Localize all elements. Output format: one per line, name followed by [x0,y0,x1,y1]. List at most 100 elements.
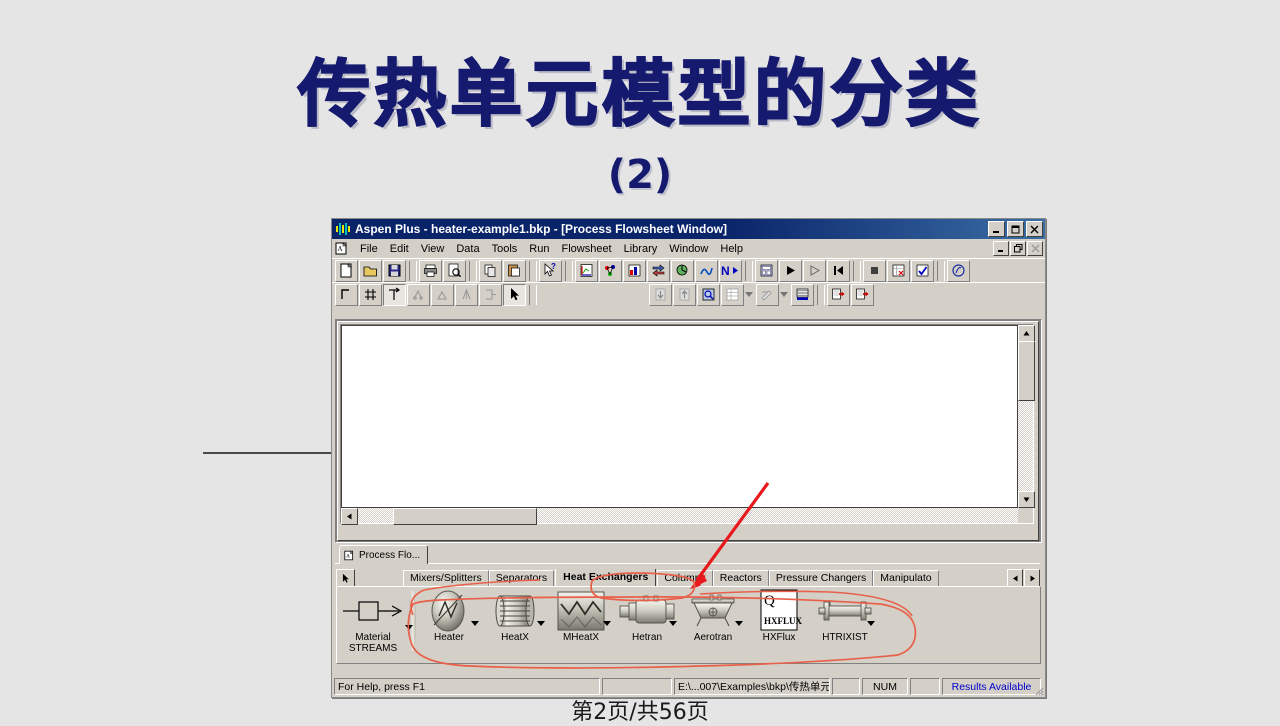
palette-item-hxflux[interactable]: Q HXFLUX HXFlux [746,587,812,662]
results-icon[interactable] [695,259,718,282]
palette-tab-pressure-changers[interactable]: Pressure Changers [768,570,874,586]
palette-item-htrixist[interactable]: HTRIXIST [812,587,878,662]
vertical-scrollbar[interactable] [1018,325,1035,508]
menu-item-flowsheet[interactable]: Flowsheet [555,242,617,256]
resize-grip-icon[interactable] [1032,684,1044,696]
copy-icon[interactable] [479,259,502,282]
maximize-button[interactable] [1007,221,1024,237]
components-icon[interactable] [599,259,622,282]
svg-text:N: N [721,264,730,278]
palette-tab-manipulators[interactable]: Manipulato [873,570,939,586]
zoom-out-icon[interactable] [673,283,696,306]
control-panel-icon[interactable] [755,259,778,282]
menu-item-help[interactable]: Help [714,242,749,256]
palette-item-heatx[interactable]: HeatX [482,587,548,662]
palette-item-material-streams[interactable]: Material STREAMS [337,587,413,662]
close-button[interactable] [1026,221,1043,237]
new-icon[interactable] [335,259,358,282]
step-icon[interactable] [803,259,826,282]
annotate-dropdown-caret-icon[interactable] [780,292,788,297]
block-results-icon[interactable] [851,283,874,306]
svg-text:A: A [346,553,350,559]
blocks-icon[interactable] [671,259,694,282]
scroll-left-button[interactable] [341,508,358,525]
palette-item-heater[interactable]: Heater [416,587,482,662]
menu-item-view[interactable]: View [415,242,451,256]
properties-icon[interactable] [623,259,646,282]
annotate-icon[interactable] [756,283,779,306]
about-icon[interactable] [947,259,970,282]
save-icon[interactable] [383,259,406,282]
toolbar-row-2 [332,282,1045,306]
flowsheet-canvas[interactable] [341,325,1018,508]
palette-tab-columns[interactable]: Columns [657,570,713,586]
child-close-button[interactable] [1027,241,1043,256]
mheatx-dropdown-caret-icon[interactable] [603,621,611,626]
menu-item-data[interactable]: Data [450,242,485,256]
open-icon[interactable] [359,259,382,282]
reconcile-icon[interactable] [887,259,910,282]
grid-icon[interactable] [359,283,382,306]
minimize-button[interactable] [988,221,1005,237]
palette-item-aerotran[interactable]: Aerotran [680,587,746,662]
palette-select-arrow-button[interactable] [336,569,355,587]
palette-tab-reactors[interactable]: Reactors [712,570,769,586]
print-icon[interactable] [419,259,442,282]
zoom-full-icon[interactable] [697,283,720,306]
table-icon[interactable] [721,283,744,306]
hscroll-thumb[interactable] [393,508,537,525]
check-icon[interactable] [911,259,934,282]
window-tab-process-flowsheet[interactable]: A Process Flo... [339,545,429,564]
palette-item-mheatx[interactable]: MHeatX [548,587,614,662]
vscroll-thumb[interactable] [1018,341,1035,401]
next-icon[interactable]: N [719,259,742,282]
select-arrow-icon[interactable] [503,283,526,306]
scroll-down-button[interactable] [1018,491,1035,508]
flip-icon[interactable] [479,283,502,306]
palette-tab-scroll-left-button[interactable] [1007,569,1023,587]
setup-icon[interactable] [575,259,598,282]
menu-item-file[interactable]: File [354,242,384,256]
connect-icon[interactable] [383,283,406,306]
horizontal-scrollbar[interactable] [341,508,1018,525]
status-num-indicator: NUM [862,678,908,695]
stop-icon[interactable] [863,259,886,282]
menu-item-run[interactable]: Run [523,242,555,256]
help-pointer-icon[interactable]: ? [539,259,562,282]
palette-tab-mixers-splitters[interactable]: Mixers/Splitters [403,570,489,586]
align-left-icon[interactable] [407,283,430,306]
child-minimize-button[interactable] [993,241,1009,256]
heater-dropdown-caret-icon[interactable] [471,621,479,626]
material-streams-dropdown-caret-icon[interactable] [405,625,413,630]
global-data-icon[interactable] [791,283,814,306]
toolbar-separator [937,260,945,281]
menu-item-library[interactable]: Library [618,242,664,256]
stream-results-icon[interactable] [827,283,850,306]
zoom-in-icon[interactable] [649,283,672,306]
table-dropdown-caret-icon[interactable] [745,292,753,297]
aerotran-dropdown-caret-icon[interactable] [735,621,743,626]
align-top-icon[interactable] [455,283,478,306]
htrixist-dropdown-caret-icon[interactable] [867,621,875,626]
palette-item-hetran[interactable]: Hetran [614,587,680,662]
heatx-dropdown-caret-icon[interactable] [537,621,545,626]
menu-item-window[interactable]: Window [663,242,714,256]
menu-item-tools[interactable]: Tools [486,242,524,256]
hetran-dropdown-caret-icon[interactable] [669,621,677,626]
palette-tab-heat-exchangers[interactable]: Heat Exchangers [555,569,657,586]
palette-tab-scroll-right-button[interactable] [1024,569,1040,587]
child-restore-button[interactable] [1010,241,1026,256]
scroll-up-button[interactable] [1018,325,1035,342]
decorative-rule [203,452,331,454]
run-icon[interactable] [779,259,802,282]
print-preview-icon[interactable] [443,259,466,282]
draw-region-icon[interactable] [335,283,358,306]
svg-text:HXFLUX: HXFLUX [764,616,803,626]
svg-text:A: A [338,245,343,253]
menu-item-edit[interactable]: Edit [384,242,415,256]
streams-icon[interactable] [647,259,670,282]
palette-tab-separators[interactable]: Separators [488,570,555,586]
align-center-icon[interactable] [431,283,454,306]
paste-icon[interactable] [503,259,526,282]
reinitialize-icon[interactable] [827,259,850,282]
